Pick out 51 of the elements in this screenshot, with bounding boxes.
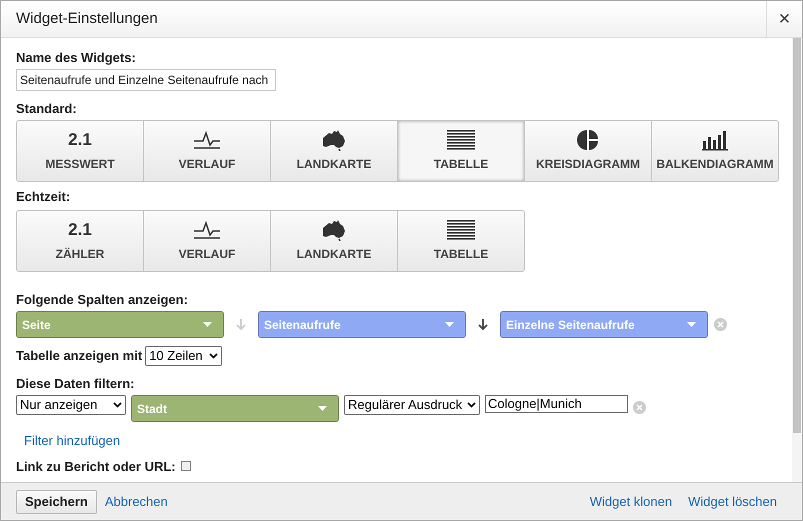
- section-label: Diese Daten filtern:: [16, 376, 136, 392]
- save-button[interactable]: Speichern: [16, 490, 97, 514]
- visualization-tile[interactable]: BALKENDIAGRAMM: [651, 120, 779, 182]
- widget-name-field[interactable]: Seitenaufrufe und Einzelne Seitenaufrufe nach: [16, 69, 276, 91]
- dialog-title: Widget-Einstellungen: [15, 8, 159, 29]
- match-type-select[interactable]: Regulärer Ausdruck: [344, 395, 480, 415]
- remove-icon[interactable]: [714, 318, 727, 331]
- sort-arrow-icon[interactable]: [478, 318, 488, 331]
- link-checkbox[interactable]: [180, 461, 191, 472]
- visualization-tile[interactable]: VERLAUF: [143, 210, 271, 272]
- visualization-tile[interactable]: TABELLE: [397, 210, 525, 272]
- rows-select[interactable]: 10 Zeilen: [145, 346, 222, 366]
- filter-mode-select[interactable]: Nur anzeigen: [16, 395, 126, 415]
- australia-map-icon: [321, 129, 347, 151]
- dropdown-caret-icon: [445, 322, 454, 327]
- section-label: Folgende Spalten anzeigen:: [16, 292, 189, 308]
- visualization-tile[interactable]: 2.1 ZÄHLER: [16, 210, 144, 272]
- filter-value-field[interactable]: Cologne|Munich: [485, 395, 628, 413]
- visualization-tile[interactable]: 2.1 MESSWERT: [16, 120, 144, 182]
- add-filter-link[interactable]: Filter hinzufügen: [24, 431, 120, 450]
- dropdown-caret-icon: [687, 322, 696, 327]
- cancel-link[interactable]: Abbrechen: [104, 492, 168, 512]
- chevron-down-icon: [209, 353, 218, 359]
- dropdown-caret-icon: [203, 322, 212, 327]
- visualization-tile[interactable]: KREISDIAGRAMM: [524, 120, 652, 182]
- table-icon: [447, 220, 475, 240]
- bar-chart-icon: [702, 129, 728, 151]
- field-label: Tabelle anzeigen mit: [16, 347, 142, 366]
- chevron-down-icon: [113, 402, 122, 408]
- remove-icon[interactable]: [633, 401, 646, 414]
- metric-value-icon: 2.1: [68, 219, 92, 241]
- dropdown-caret-icon: [318, 406, 327, 411]
- field-label: Link zu Bericht oder URL:: [16, 458, 176, 476]
- timeline-icon: [192, 130, 222, 150]
- visualization-tile[interactable]: LANDKARTE: [270, 210, 398, 272]
- visualization-tile[interactable]: LANDKARTE: [270, 120, 398, 182]
- metric-value-icon: 2.1: [68, 129, 92, 151]
- timeline-icon: [192, 220, 222, 240]
- section-label: Echtzeit:: [16, 189, 72, 205]
- visualization-tile[interactable]: TABELLE: [397, 120, 525, 182]
- chevron-down-icon: [467, 402, 476, 408]
- table-icon: [447, 130, 475, 150]
- delete-widget-link[interactable]: Widget löschen: [688, 492, 777, 512]
- visualization-tile[interactable]: VERLAUF: [143, 120, 271, 182]
- australia-map-icon: [321, 219, 347, 241]
- scrollbar-thumb[interactable]: [793, 38, 801, 433]
- close-button[interactable]: ×: [766, 1, 802, 37]
- field-label: Name des Widgets:: [16, 50, 137, 66]
- section-label: Standard:: [16, 101, 78, 117]
- clone-widget-link[interactable]: Widget klonen: [590, 492, 672, 512]
- pie-chart-icon: [577, 129, 599, 151]
